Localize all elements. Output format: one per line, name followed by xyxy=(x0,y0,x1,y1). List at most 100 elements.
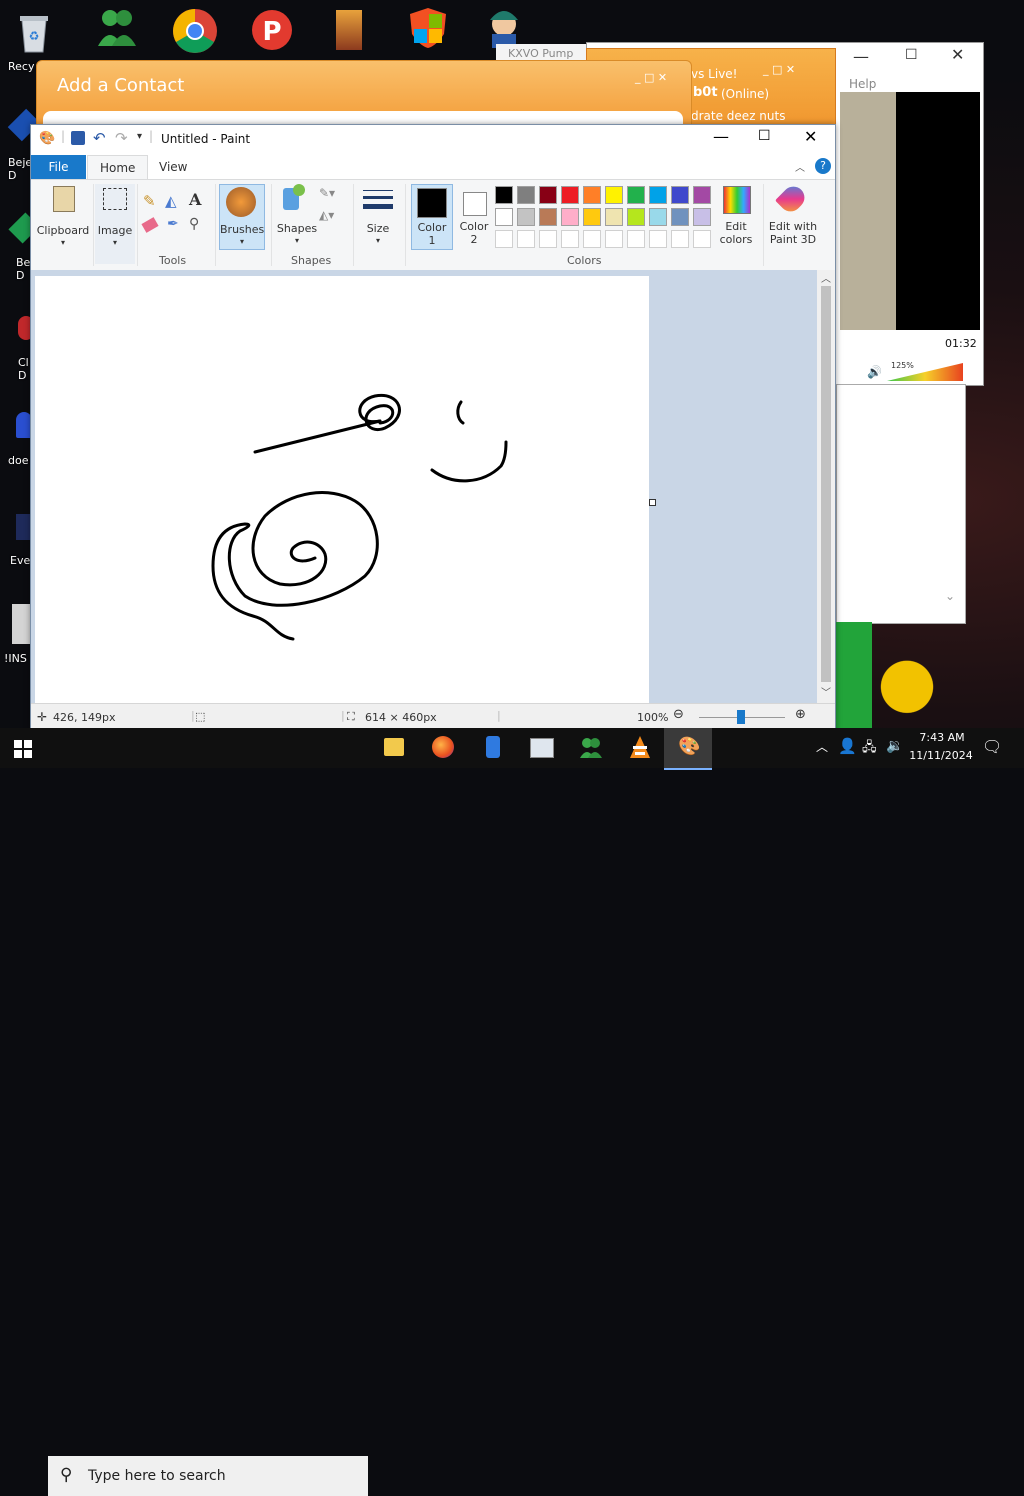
image-button[interactable]: Image ▾ xyxy=(95,184,135,264)
minimize-icon[interactable]: — xyxy=(853,47,869,66)
tab-file[interactable]: File xyxy=(31,155,86,179)
color-swatch[interactable] xyxy=(649,208,667,226)
cl-desktop-icon[interactable]: Cl D xyxy=(6,312,34,384)
collapse-ribbon-icon[interactable]: ︿ xyxy=(795,159,805,174)
clock-date[interactable]: 11/11/2024 xyxy=(908,749,974,762)
fill-bucket-icon[interactable]: ◭ xyxy=(165,192,177,210)
chrome-desktop-icon[interactable] xyxy=(170,6,220,56)
color-swatch[interactable] xyxy=(583,186,601,204)
vertical-scrollbar[interactable]: ︿ ﹀ xyxy=(817,270,835,703)
tab-home[interactable]: Home xyxy=(87,155,149,180)
redo-icon[interactable]: ↷ xyxy=(115,129,128,147)
close-icon[interactable]: ✕ xyxy=(951,45,964,64)
maximize-icon[interactable]: ☐ xyxy=(758,128,771,144)
msn-desktop-icon[interactable] xyxy=(92,4,142,54)
color-swatch[interactable] xyxy=(693,186,711,204)
paint3d-button[interactable]: Edit with Paint 3D xyxy=(767,182,819,248)
volume-icon[interactable]: 🔉 xyxy=(886,738,903,754)
maximize-icon[interactable]: ☐ xyxy=(905,47,918,63)
app-taskbar-icon[interactable] xyxy=(486,736,500,758)
color-swatch[interactable] xyxy=(561,208,579,226)
custom-color-slot[interactable] xyxy=(693,230,711,248)
chevron-down-icon[interactable]: ⌄ xyxy=(945,589,955,603)
paint-window[interactable]: 🎨 | ↶ ↷ ▾ | Untitled - Paint — ☐ ✕ File … xyxy=(30,124,836,732)
help-menu[interactable]: Help xyxy=(849,77,876,91)
outline-icon[interactable]: ✎▾ xyxy=(319,186,335,200)
add-contact-window[interactable]: Add a Contact _ □ ✕ xyxy=(36,60,692,132)
taskbar-search[interactable]: ⚲ Type here to search xyxy=(48,1456,368,1496)
msn-taskbar-icon[interactable] xyxy=(578,736,604,760)
custom-color-slot[interactable] xyxy=(583,230,601,248)
network-icon[interactable]: 🖧 xyxy=(862,738,877,760)
custom-color-slot[interactable] xyxy=(517,230,535,248)
text-tool-icon[interactable]: A xyxy=(189,190,201,209)
recycle-bin-desktop-icon[interactable]: ♻ Recy xyxy=(6,6,66,73)
speaker-icon[interactable]: 🔊 xyxy=(867,365,882,379)
pencil-icon[interactable]: ✎ xyxy=(143,192,156,210)
scroll-thumb[interactable] xyxy=(821,286,831,682)
color-swatch[interactable] xyxy=(517,208,535,226)
tab-view[interactable]: View xyxy=(147,155,199,179)
shield-desktop-icon[interactable] xyxy=(406,6,450,56)
zoom-out-icon[interactable]: ⊖ xyxy=(673,707,684,722)
help-icon[interactable]: ? xyxy=(815,158,831,174)
minimize-icon[interactable]: — xyxy=(713,127,729,146)
ins-desktop-icon[interactable]: !INS xyxy=(2,604,32,666)
color-swatch[interactable] xyxy=(495,186,513,204)
color-swatch[interactable] xyxy=(693,208,711,226)
zoom-in-icon[interactable]: ⊕ xyxy=(795,707,806,722)
color-swatch[interactable] xyxy=(605,208,623,226)
file-explorer-icon[interactable] xyxy=(384,738,404,756)
color-picker-icon[interactable]: ✒ xyxy=(167,216,179,232)
window-controls[interactable]: _ □ ✕ xyxy=(635,71,667,84)
color-swatch[interactable] xyxy=(583,208,601,226)
clipboard-button[interactable]: Clipboard ▾ xyxy=(35,184,91,264)
eraser-icon[interactable] xyxy=(141,217,159,233)
undo-icon[interactable]: ↶ xyxy=(93,129,106,147)
fill-icon[interactable]: ◭▾ xyxy=(319,208,334,222)
winrar-desktop-icon[interactable] xyxy=(330,6,370,56)
close-icon[interactable]: ✕ xyxy=(804,127,817,146)
color-swatch[interactable] xyxy=(561,186,579,204)
color-swatch[interactable] xyxy=(627,186,645,204)
paint-title-bar[interactable]: 🎨 | ↶ ↷ ▾ | Untitled - Paint — ☐ ✕ xyxy=(31,125,835,155)
shapes-button[interactable]: Shapes ▾ xyxy=(275,184,319,248)
color-swatch[interactable] xyxy=(671,208,689,226)
msn-status[interactable]: (Online) xyxy=(721,87,769,101)
vlc-taskbar-icon[interactable] xyxy=(626,734,654,762)
window-app-icon[interactable] xyxy=(530,738,554,758)
size-button[interactable]: Size ▾ xyxy=(357,184,399,248)
color-swatch[interactable] xyxy=(671,186,689,204)
peazip-desktop-icon[interactable]: P xyxy=(250,6,300,56)
paint-taskbar-button[interactable]: 🎨 xyxy=(664,728,712,770)
msn-window-controls[interactable]: _ □ ✕ xyxy=(763,63,795,76)
msn-tray-icon[interactable]: 👤 xyxy=(838,737,857,755)
brushes-button[interactable]: Brushes ▾ xyxy=(219,184,265,250)
show-hidden-icons-icon[interactable]: ︿ xyxy=(816,738,828,755)
color-swatch[interactable] xyxy=(495,208,513,226)
magnifier-icon[interactable]: ⚲ xyxy=(189,216,199,232)
drawing-canvas[interactable] xyxy=(35,276,649,703)
start-button[interactable] xyxy=(14,740,32,758)
color2-button[interactable]: Color 2 xyxy=(455,184,493,248)
custom-color-slot[interactable] xyxy=(539,230,557,248)
custom-color-slot[interactable] xyxy=(649,230,667,248)
color-swatch[interactable] xyxy=(627,208,645,226)
color-swatch[interactable] xyxy=(539,208,557,226)
edit-colors-button[interactable]: Edit colors xyxy=(715,184,757,248)
color-swatch[interactable] xyxy=(605,186,623,204)
firefox-icon[interactable] xyxy=(432,736,454,758)
customize-quick-access-icon[interactable]: ▾ xyxy=(137,131,142,142)
doe-desktop-icon[interactable]: doe xyxy=(6,410,32,470)
canvas-resize-handle[interactable] xyxy=(649,499,656,506)
zoom-slider-thumb[interactable] xyxy=(737,710,745,724)
eve-desktop-icon[interactable]: Eve xyxy=(6,512,32,572)
notifications-icon[interactable]: 🗨 xyxy=(982,737,1002,756)
custom-color-slot[interactable] xyxy=(627,230,645,248)
color-swatch[interactable] xyxy=(539,186,557,204)
scroll-down-icon[interactable]: ﹀ xyxy=(821,684,831,699)
custom-color-slot[interactable] xyxy=(561,230,579,248)
bejeweled2-desktop-icon[interactable]: Bej D xyxy=(6,212,40,284)
custom-color-slot[interactable] xyxy=(495,230,513,248)
color1-button[interactable]: Color 1 xyxy=(411,184,453,250)
